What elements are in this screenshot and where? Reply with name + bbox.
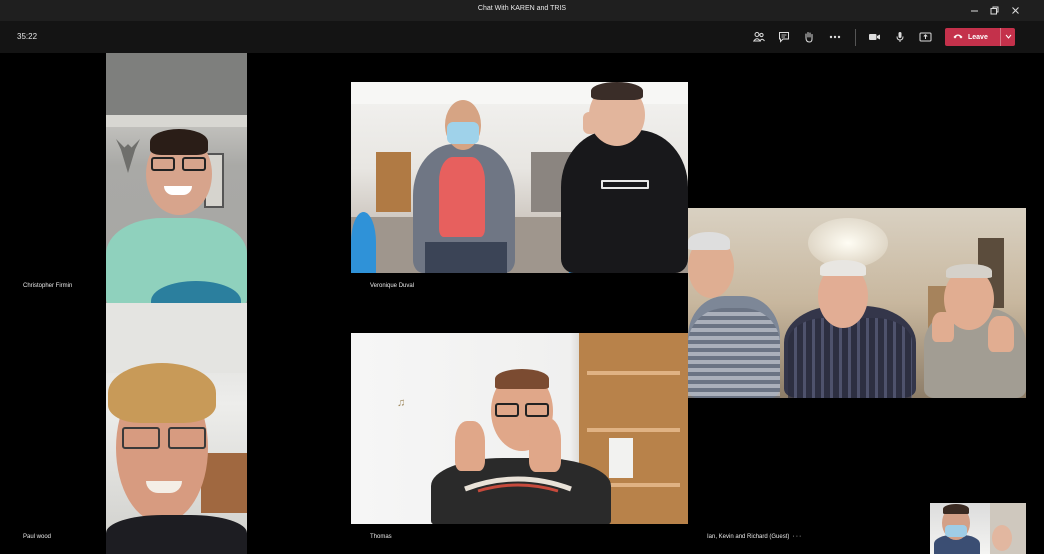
video-tile-christopher[interactable] — [106, 53, 247, 303]
participant-name: Paul wood — [23, 534, 52, 540]
shirt-stripes — [688, 308, 780, 398]
hair — [591, 82, 643, 100]
chevron-down-icon[interactable] — [1005, 34, 1012, 41]
participant-name: Christopher Firmin — [23, 283, 73, 289]
thumbs-up-left — [455, 421, 485, 471]
participant-name: Veronique Duval — [370, 283, 415, 289]
glasses-left — [151, 157, 175, 171]
raise-hand-icon[interactable] — [801, 29, 817, 45]
hand — [583, 112, 597, 134]
shirt — [106, 515, 247, 554]
participant-name: Ian, Kevin and Richard (Guest) ··· — [707, 533, 802, 540]
share-icon[interactable] — [917, 29, 933, 45]
glasses-left — [122, 427, 160, 449]
hair — [688, 232, 730, 250]
video-tile-veronique[interactable] — [351, 82, 688, 273]
more-options-icon[interactable]: ··· — [792, 533, 802, 540]
shirt-print — [463, 471, 573, 493]
chat-icon[interactable] — [776, 29, 792, 45]
chair-blue — [351, 212, 376, 273]
hair — [820, 260, 866, 276]
music-note-icon: ♫ — [397, 397, 406, 409]
hair — [943, 504, 969, 514]
shirt-logo — [601, 178, 649, 190]
participant-name-text: Ian, Kevin and Richard (Guest) — [707, 534, 790, 540]
top-red — [439, 157, 485, 237]
shelf-item — [609, 438, 633, 478]
camera-icon[interactable] — [866, 29, 882, 45]
ceiling — [106, 53, 247, 115]
thumbs-up — [988, 316, 1014, 352]
hair — [150, 129, 208, 155]
glasses-right — [168, 427, 206, 449]
hair — [946, 264, 992, 278]
self-view[interactable] — [930, 503, 1026, 554]
more-icon[interactable] — [827, 29, 843, 45]
video-tile-ian-kevin-richard[interactable] — [688, 208, 1026, 398]
teams-meeting-window: Chat With KAREN and TRIS 35:22 Leave Chr… — [0, 0, 1044, 554]
hair — [108, 363, 216, 423]
hair — [495, 369, 549, 389]
close-icon[interactable] — [1007, 3, 1023, 17]
antler-decor — [116, 139, 140, 173]
meeting-toolbar: 35:22 Leave — [0, 21, 1044, 53]
glasses-right — [182, 157, 206, 171]
leave-divider — [999, 28, 1001, 46]
participant-name: Thomas — [370, 534, 392, 540]
door — [376, 152, 411, 212]
restore-icon[interactable] — [986, 3, 1002, 17]
shelf — [587, 428, 680, 432]
thumbs-up — [932, 312, 954, 342]
mic-icon[interactable] — [892, 29, 908, 45]
glasses-right — [525, 403, 549, 417]
meeting-timer: 35:22 — [17, 32, 38, 41]
adidas-shirt — [561, 130, 688, 273]
face-mask — [945, 525, 967, 537]
shirt-plaid — [788, 318, 912, 398]
cabinet — [201, 453, 247, 513]
title-bar: Chat With KAREN and TRIS — [0, 0, 1044, 21]
minimize-icon[interactable] — [966, 3, 982, 17]
cornice — [106, 115, 247, 127]
hang-up-icon — [953, 33, 963, 41]
participants-icon[interactable] — [751, 29, 767, 45]
jeans — [425, 242, 507, 273]
leave-button[interactable]: Leave — [945, 28, 1015, 46]
glasses-left — [495, 403, 519, 417]
toolbar-separator — [855, 29, 856, 46]
participant-face — [992, 525, 1012, 551]
thumbs-up-right — [529, 418, 561, 472]
video-tile-paul[interactable] — [106, 303, 247, 554]
video-tile-thomas[interactable]: ♫ — [351, 333, 688, 524]
face-mask — [447, 122, 479, 144]
leave-button-label: Leave — [968, 33, 988, 41]
shelf — [587, 371, 680, 375]
window-title: Chat With KAREN and TRIS — [477, 5, 567, 12]
wall — [106, 303, 247, 373]
